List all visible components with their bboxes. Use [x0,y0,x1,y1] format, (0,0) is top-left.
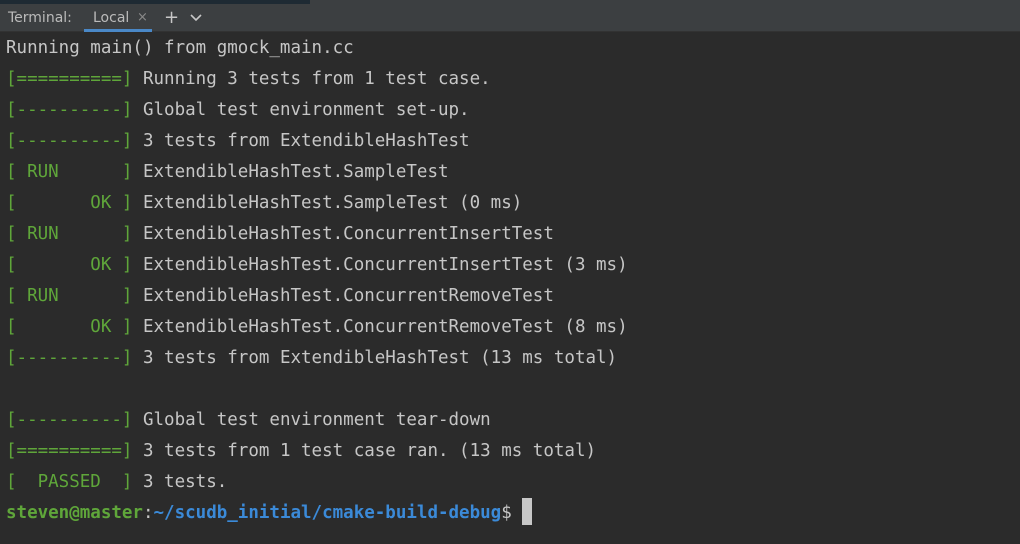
terminal-title: Terminal: [8,10,72,26]
line-marker: [----------] [6,131,133,151]
output-line: [==========] Running 3 tests from 1 test… [6,64,491,95]
prompt-path: ~/scudb_initial/cmake-build-debug [153,503,502,523]
output-line: [----------] 3 tests from ExtendibleHash… [6,343,617,374]
line-text: Running main() from gmock_main.cc [6,38,354,58]
line-marker: [==========] [6,69,133,89]
line-text: 3 tests from 1 test case ran. (13 ms tot… [132,441,597,461]
line-text: ExtendibleHashTest.SampleTest (0 ms) [132,193,523,213]
line-marker: [----------] [6,410,133,430]
prompt-colon: : [142,503,154,523]
line-text: 3 tests. [132,472,228,492]
line-marker: [ PASSED ] [6,472,133,492]
text-cursor [521,497,532,525]
output-line: [ PASSED ] 3 tests. [6,467,227,498]
chevron-down-icon[interactable] [189,11,203,25]
line-text: Global test environment set-up. [132,100,470,120]
add-tab-button[interactable]: + [164,7,179,28]
prompt-user-host: steven@master [6,503,143,523]
output-line: [==========] 3 tests from 1 test case ra… [6,436,596,467]
line-marker: [----------] [6,100,133,120]
line-text: 3 tests from ExtendibleHashTest (13 ms t… [132,348,618,368]
line-marker: [ RUN ] [6,224,133,244]
line-text: Running 3 tests from 1 test case. [132,69,491,89]
output-line: [ OK ] ExtendibleHashTest.SampleTest (0 … [6,188,522,219]
output-line: [ RUN ] ExtendibleHashTest.SampleTest [6,157,449,188]
line-marker: [ RUN ] [6,162,133,182]
tab-local[interactable]: Local × [84,4,152,32]
close-icon[interactable]: × [137,10,148,25]
output-line: [----------] Global test environment tea… [6,405,491,436]
line-marker: [ OK ] [6,255,133,275]
line-marker: [----------] [6,348,133,368]
prompt-line[interactable]: steven@master:~/scudb_initial/cmake-buil… [6,497,532,529]
line-marker: [ RUN ] [6,286,133,306]
line-text: ExtendibleHashTest.ConcurrentInsertTest … [132,255,628,275]
output-line: Running main() from gmock_main.cc [6,33,354,64]
prompt-dollar: $ [501,503,512,523]
terminal-output[interactable]: Running main() from gmock_main.cc [=====… [0,33,1020,544]
output-line: [ RUN ] ExtendibleHashTest.ConcurrentIns… [6,219,554,250]
output-line: [ OK ] ExtendibleHashTest.ConcurrentRemo… [6,312,628,343]
line-marker: [ OK ] [6,317,133,337]
line-text: 3 tests from ExtendibleHashTest [132,131,470,151]
output-line: [ RUN ] ExtendibleHashTest.ConcurrentRem… [6,281,554,312]
line-text: ExtendibleHashTest.ConcurrentRemoveTest … [132,317,628,337]
terminal-window: Terminal: Local × + Running main() from … [0,0,1020,544]
line-text: Global test environment tear-down [132,410,491,430]
line-text: ExtendibleHashTest.SampleTest [132,162,449,182]
terminal-tab-bar: Terminal: Local × + [0,4,1020,32]
output-line: [----------] 3 tests from ExtendibleHash… [6,126,470,157]
line-marker: [==========] [6,441,133,461]
output-line: [ OK ] ExtendibleHashTest.ConcurrentInse… [6,250,628,281]
tab-local-label: Local [93,10,130,26]
line-text: ExtendibleHashTest.ConcurrentRemoveTest [132,286,554,306]
output-line: [----------] Global test environment set… [6,95,470,126]
line-marker: [ OK ] [6,193,133,213]
line-text: ExtendibleHashTest.ConcurrentInsertTest [132,224,554,244]
